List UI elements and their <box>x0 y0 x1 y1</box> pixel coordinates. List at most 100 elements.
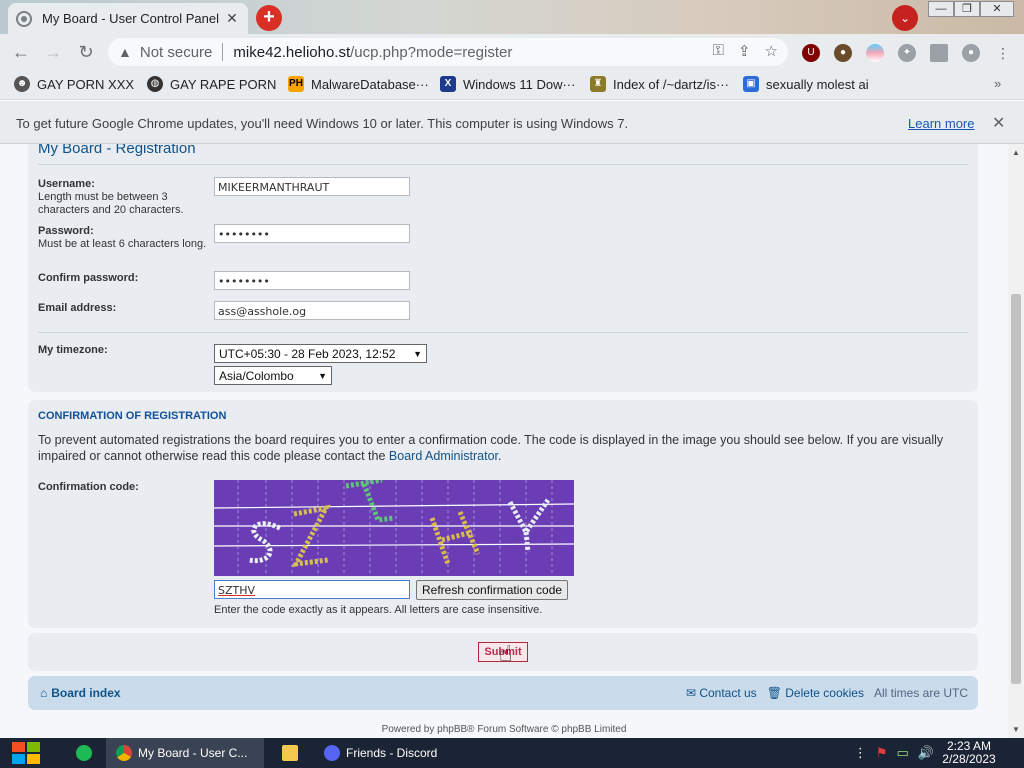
confirm-password-label: Confirm password: <box>38 272 139 284</box>
refresh-code-button[interactable]: Refresh confirmation code <box>416 580 569 600</box>
bookmarks-overflow-icon[interactable]: » <box>994 76 1001 91</box>
tab-close-icon[interactable]: ✕ <box>224 10 240 27</box>
powered-by: Powered by phpBB® Forum Software © phpBB… <box>381 724 627 735</box>
discord-icon <box>324 745 340 761</box>
home-icon: ⌂ <box>40 686 48 700</box>
contact-us-link[interactable]: ✉ Contact us <box>686 686 757 700</box>
explorer-task[interactable] <box>272 738 308 768</box>
bookmark-item[interactable]: PH MalwareDatabase··· <box>288 76 429 92</box>
confirmation-paragraph: To prevent automated registrations the b… <box>38 433 944 463</box>
scroll-down-icon[interactable]: ▼ <box>1012 725 1020 734</box>
globe-icon: ◍ <box>147 76 163 92</box>
puzzle-icon[interactable]: ✦ <box>898 44 916 62</box>
bookmark-item[interactable]: ☻ GAY PORN XXX <box>14 76 134 92</box>
profile-icon[interactable]: ● <box>962 44 980 62</box>
spotify-task[interactable] <box>66 738 102 768</box>
key-icon[interactable]: ⚿ <box>713 42 724 60</box>
confirmation-code-input[interactable]: SZTHV <box>214 580 410 599</box>
bookmark-item[interactable]: ♜ Index of /~dartz/is··· <box>590 76 729 92</box>
browser-title-bar: My Board - User Control Panel ✕ + ⌄ — ❐ … <box>0 0 1024 34</box>
url-text: mike42.helioho.st/ucp.php?mode=register <box>233 44 512 61</box>
sidepanel-icon[interactable] <box>930 44 948 62</box>
volume-icon[interactable]: 🔊 <box>918 745 934 761</box>
tab-search-button[interactable]: ⌄ <box>892 5 918 31</box>
board-index-link[interactable]: ⌂ Board index <box>40 686 121 700</box>
address-bar[interactable]: ▲ Not secure mike42.helioho.st/ucp.php?m… <box>108 38 788 66</box>
tray-overflow-icon[interactable]: ⋮ <box>854 745 867 761</box>
scroll-up-icon[interactable]: ▲ <box>1012 148 1020 157</box>
windows-start-icon[interactable] <box>8 738 44 768</box>
forward-icon[interactable]: → <box>42 42 64 63</box>
bookmark-label: GAY PORN XXX <box>37 76 135 92</box>
tab-active[interactable]: My Board - User Control Panel ✕ <box>8 3 248 34</box>
chevron-down-icon: ▼ <box>318 370 327 381</box>
chrome-task[interactable]: My Board - User C... <box>106 738 264 768</box>
page-scrollbar[interactable]: ▲ ▼ <box>1008 144 1024 738</box>
menu-icon[interactable]: ⋮ <box>994 44 1012 62</box>
ublock-icon[interactable]: U <box>802 44 820 62</box>
bookmark-label: GAY RAPE PORN <box>170 76 277 92</box>
flag-icon[interactable]: ⚑ <box>876 745 888 761</box>
clock-date: 2/28/2023 <box>942 752 996 766</box>
password-input[interactable]: •••••••• <box>214 224 410 243</box>
timezone-city-select[interactable]: Asia/Colombo ▼ <box>214 366 332 385</box>
username-input[interactable]: MIKEERMANTHRAUT <box>214 177 410 196</box>
confirm-password-input[interactable]: •••••••• <box>214 271 410 290</box>
learn-more-link[interactable]: Learn more <box>908 116 974 131</box>
email-label: Email address: <box>38 302 117 314</box>
share-icon[interactable]: ⇪ <box>738 42 751 60</box>
confirmation-code-label: Confirmation code: <box>38 481 139 493</box>
discord-task[interactable]: Friends - Discord <box>314 738 454 768</box>
chrome-task-label: My Board - User C... <box>138 746 248 760</box>
board-admin-link[interactable]: Board Administrator <box>389 449 498 463</box>
envelope-icon: ✉ <box>685 686 696 700</box>
footer-links: ✉ Contact us 🗑 Delete cookies All times … <box>686 686 968 700</box>
taskbar-clock[interactable]: 2:23 AM 2/28/2023 <box>936 740 1002 766</box>
divider <box>38 164 968 165</box>
maximize-button[interactable]: ❐ <box>954 1 980 17</box>
chrome-update-infobar: To get future Google Chrome updates, you… <box>0 101 1024 144</box>
discord-task-label: Friends - Discord <box>346 746 438 760</box>
bookmark-favicon-icon: ▣ <box>743 76 759 92</box>
bookmarks-bar: ☻ GAY PORN XXX ◍ GAY RAPE PORN PH Malwar… <box>0 70 1024 100</box>
tab-title: My Board - User Control Panel <box>42 11 220 26</box>
timezone-city-value: Asia/Colombo <box>219 368 294 383</box>
bookmark-label: MalwareDatabase··· <box>311 76 429 92</box>
bookmark-item[interactable]: ▣ sexually molest ai <box>743 76 869 92</box>
x-icon: X <box>440 76 456 92</box>
extension-avatar-icon[interactable]: ● <box>834 44 852 62</box>
new-tab-button[interactable]: + <box>256 5 282 31</box>
page-title: My Board - Registration <box>38 144 196 157</box>
bookmark-item[interactable]: ◍ GAY RAPE PORN <box>147 76 276 92</box>
address-separator <box>222 43 224 61</box>
warning-icon: ▲ <box>118 44 132 60</box>
globe-icon <box>16 10 32 27</box>
delete-cookies-link[interactable]: 🗑 Delete cookies <box>767 686 864 700</box>
minimize-button[interactable]: — <box>928 1 954 17</box>
ph-icon: PH <box>288 76 304 92</box>
timezone-offset-value: UTC+05:30 - 28 Feb 2023, 12:52 <box>219 346 396 361</box>
username-label: Username: <box>38 178 95 190</box>
close-icon[interactable]: ✕ <box>992 113 1005 133</box>
system-tray: ⋮ ⚑ ▭ 🔊 <box>854 745 934 761</box>
bookmark-label: sexually molest ai <box>766 76 869 92</box>
captcha-graphic <box>214 480 574 576</box>
scroll-thumb[interactable] <box>1011 294 1021 684</box>
star-icon[interactable]: ☆ <box>765 42 778 60</box>
url-host: mike42.helioho.st <box>233 43 351 61</box>
bookmark-favicon-icon: ☻ <box>14 76 30 92</box>
chevron-down-icon: ▼ <box>413 348 422 359</box>
folder-index-icon: ♜ <box>590 76 606 92</box>
close-window-button[interactable]: ✕ <box>980 1 1014 17</box>
reload-icon[interactable]: ↻ <box>75 42 97 63</box>
back-icon[interactable]: ← <box>10 42 32 63</box>
timezone-label: My timezone: <box>38 344 108 356</box>
flag-extension-icon[interactable] <box>866 44 884 62</box>
windows-taskbar: My Board - User C... Friends - Discord ⋮… <box>0 738 1024 768</box>
bookmark-item[interactable]: X Windows 11 Dow··· <box>440 76 575 92</box>
page-viewport: My Board - Registration Username: Length… <box>0 144 1008 738</box>
network-icon[interactable]: ▭ <box>897 745 909 761</box>
email-input[interactable]: ass@asshole.og <box>214 301 410 320</box>
timezone-offset-select[interactable]: UTC+05:30 - 28 Feb 2023, 12:52 ▼ <box>214 344 427 363</box>
contact-us-label: Contact us <box>699 686 757 700</box>
